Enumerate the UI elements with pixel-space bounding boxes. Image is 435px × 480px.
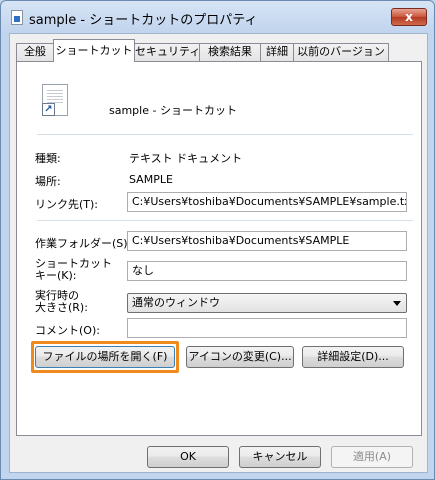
shortcut-key-label-line2: キー(K): bbox=[35, 269, 77, 282]
close-button[interactable]: x bbox=[391, 8, 427, 26]
comment-label: コメント(O): bbox=[35, 324, 100, 337]
shortcut-key-label: ショートカット キー(K): bbox=[35, 258, 112, 282]
workdir-field[interactable]: C:¥Users¥toshiba¥Documents¥SAMPLE bbox=[127, 231, 407, 251]
type-value: テキスト ドキュメント bbox=[129, 152, 243, 165]
title-bar[interactable]: sample - ショートカットのプロパティ x bbox=[1, 1, 434, 33]
open-file-location-button[interactable]: ファイルの場所を開く(F) bbox=[35, 346, 175, 368]
run-size-select[interactable]: 通常のウィンドウ bbox=[127, 293, 407, 313]
advanced-button[interactable]: 詳細設定(D)... bbox=[302, 346, 404, 368]
type-label: 種類: bbox=[35, 152, 61, 165]
chevron-down-icon bbox=[393, 301, 401, 306]
tab-strip: 全般 ショートカット セキュリティ 検索結果 詳細 以前のバージョン bbox=[16, 38, 426, 62]
comment-field[interactable] bbox=[127, 318, 407, 338]
tab-details[interactable]: 詳細 bbox=[260, 43, 294, 61]
text-document-shortcut-icon: ↗ bbox=[42, 84, 68, 116]
ok-button[interactable]: OK bbox=[147, 446, 229, 468]
tab-previous-versions[interactable]: 以前のバージョン bbox=[293, 43, 389, 61]
location-value: SAMPLE bbox=[129, 173, 173, 186]
run-label-line2: 大きさ(R): bbox=[35, 301, 88, 314]
workdir-label: 作業フォルダー(S): bbox=[35, 237, 132, 250]
shortcut-name: sample - ショートカット bbox=[109, 104, 237, 117]
tab-general[interactable]: 全般 bbox=[16, 43, 54, 61]
dialog-client-area: 全般 ショートカット セキュリティ 検索結果 詳細 以前のバージョン ↗ sam… bbox=[9, 33, 428, 473]
document-lines bbox=[47, 90, 63, 104]
cancel-button[interactable]: キャンセル bbox=[239, 446, 321, 468]
tab-shortcut[interactable]: ショートカット bbox=[53, 39, 135, 62]
properties-window: sample - ショートカットのプロパティ x 全般 ショートカット セキュリ… bbox=[0, 0, 435, 480]
run-label: 実行時の 大きさ(R): bbox=[35, 290, 88, 314]
tab-security[interactable]: セキュリティ bbox=[134, 43, 200, 61]
tab-search-results[interactable]: 検索結果 bbox=[199, 43, 261, 61]
separator bbox=[37, 220, 413, 221]
separator bbox=[37, 134, 413, 135]
shortcut-tab-panel: ↗ sample - ショートカット 種類: テキスト ドキュメント 場所: S… bbox=[16, 61, 422, 436]
shortcut-arrow-icon: ↗ bbox=[42, 103, 55, 116]
change-icon-button[interactable]: アイコンの変更(C)... bbox=[186, 346, 294, 368]
apply-button[interactable]: 適用(A) bbox=[331, 446, 413, 468]
window-title: sample - ショートカットのプロパティ bbox=[29, 13, 258, 28]
target-field[interactable]: C:¥Users¥toshiba¥Documents¥SAMPLE¥sample… bbox=[127, 192, 407, 212]
run-size-selected: 通常のウィンドウ bbox=[132, 296, 220, 309]
location-label: 場所: bbox=[35, 175, 61, 188]
target-label: リンク先(T): bbox=[35, 198, 99, 211]
shortcut-key-field[interactable]: なし bbox=[127, 261, 407, 281]
shortcut-file-icon bbox=[11, 10, 23, 25]
